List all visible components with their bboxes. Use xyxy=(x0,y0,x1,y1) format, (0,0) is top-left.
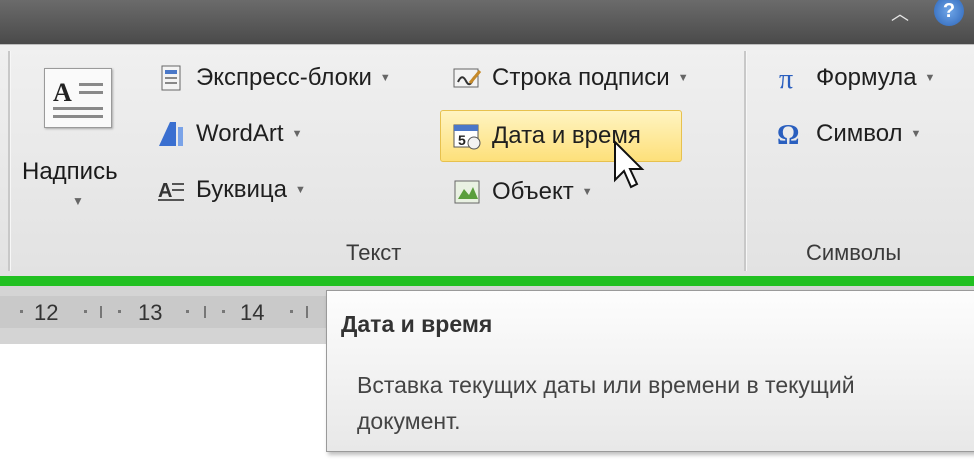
chevron-down-icon: ▼ xyxy=(924,72,936,84)
ruler-dot xyxy=(20,310,23,313)
group-separator xyxy=(8,51,11,271)
ruler-number: 12 xyxy=(34,300,59,325)
drop-cap-label: Буквица xyxy=(196,176,287,203)
ruler-tick xyxy=(306,306,308,318)
chevron-down-icon: ▼ xyxy=(294,184,306,196)
wordart-button[interactable]: WordArt ▼ xyxy=(156,114,302,154)
ruler-dot xyxy=(186,310,189,313)
omega-icon: Ω xyxy=(776,119,806,151)
ruler-tick xyxy=(204,306,206,318)
chevron-down-icon: ▼ xyxy=(581,186,593,198)
svg-text:A: A xyxy=(158,180,172,202)
chevron-down-icon: ▼ xyxy=(379,72,391,84)
ruler-dot xyxy=(222,310,225,313)
text-box-icon: A xyxy=(44,68,112,128)
minimize-ribbon-icon[interactable]: ︿ xyxy=(888,4,912,24)
svg-text:π: π xyxy=(779,64,793,93)
quick-parts-icon xyxy=(156,63,186,93)
title-bar: ︿ ? xyxy=(0,0,974,44)
ruler-dot xyxy=(84,310,87,313)
symbols-group-label: Символы xyxy=(806,240,902,265)
wordart-icon xyxy=(156,119,186,149)
quick-parts-button[interactable]: Экспресс-блоки ▼ xyxy=(156,58,391,98)
group-separator xyxy=(744,51,747,271)
ruler-dot xyxy=(290,310,293,313)
equation-label: Формула xyxy=(816,64,917,91)
date-time-icon: 5 xyxy=(452,121,482,151)
svg-text:A: A xyxy=(53,78,72,107)
pi-icon: π xyxy=(776,63,806,95)
ruler-dot xyxy=(118,310,121,313)
signature-line-label: Строка подписи xyxy=(492,64,670,91)
mouse-cursor-icon xyxy=(612,139,652,196)
drop-cap-icon: A xyxy=(156,175,186,205)
svg-text:Ω: Ω xyxy=(777,120,799,149)
highlight-line xyxy=(0,276,974,286)
symbol-button[interactable]: Ω Символ ▼ xyxy=(776,114,921,154)
tooltip-title: Дата и время xyxy=(341,311,493,337)
chevron-down-icon: ▼ xyxy=(910,128,922,140)
object-button[interactable]: Объект ▼ xyxy=(452,172,593,212)
object-icon xyxy=(452,177,482,207)
chevron-down-icon: ▼ xyxy=(677,72,689,84)
svg-text:5: 5 xyxy=(458,132,466,148)
object-label: Объект xyxy=(492,178,574,205)
help-icon[interactable]: ? xyxy=(934,0,964,26)
quick-parts-label: Экспресс-блоки xyxy=(196,64,372,91)
ruler-number: 13 xyxy=(138,300,163,325)
text-box-label: Надпись xyxy=(22,158,118,185)
text-group-label: Текст xyxy=(346,240,402,265)
tooltip-body: Вставка текущих даты или времени в текущ… xyxy=(357,372,855,434)
equation-button[interactable]: π Формула ▼ xyxy=(776,58,935,98)
ruler-number: 14 xyxy=(240,300,265,325)
ruler-tick xyxy=(100,306,102,318)
drop-cap-button[interactable]: A Буквица ▼ xyxy=(156,170,306,210)
signature-line-button[interactable]: Строка подписи ▼ xyxy=(452,58,689,98)
signature-line-icon xyxy=(452,63,482,93)
tooltip: Дата и время Вставка текущих даты или вр… xyxy=(326,290,974,452)
chevron-down-icon: ▼ xyxy=(72,194,84,208)
chevron-down-icon: ▼ xyxy=(291,128,303,140)
wordart-label: WordArt xyxy=(196,120,284,147)
symbol-label: Символ xyxy=(816,120,903,147)
